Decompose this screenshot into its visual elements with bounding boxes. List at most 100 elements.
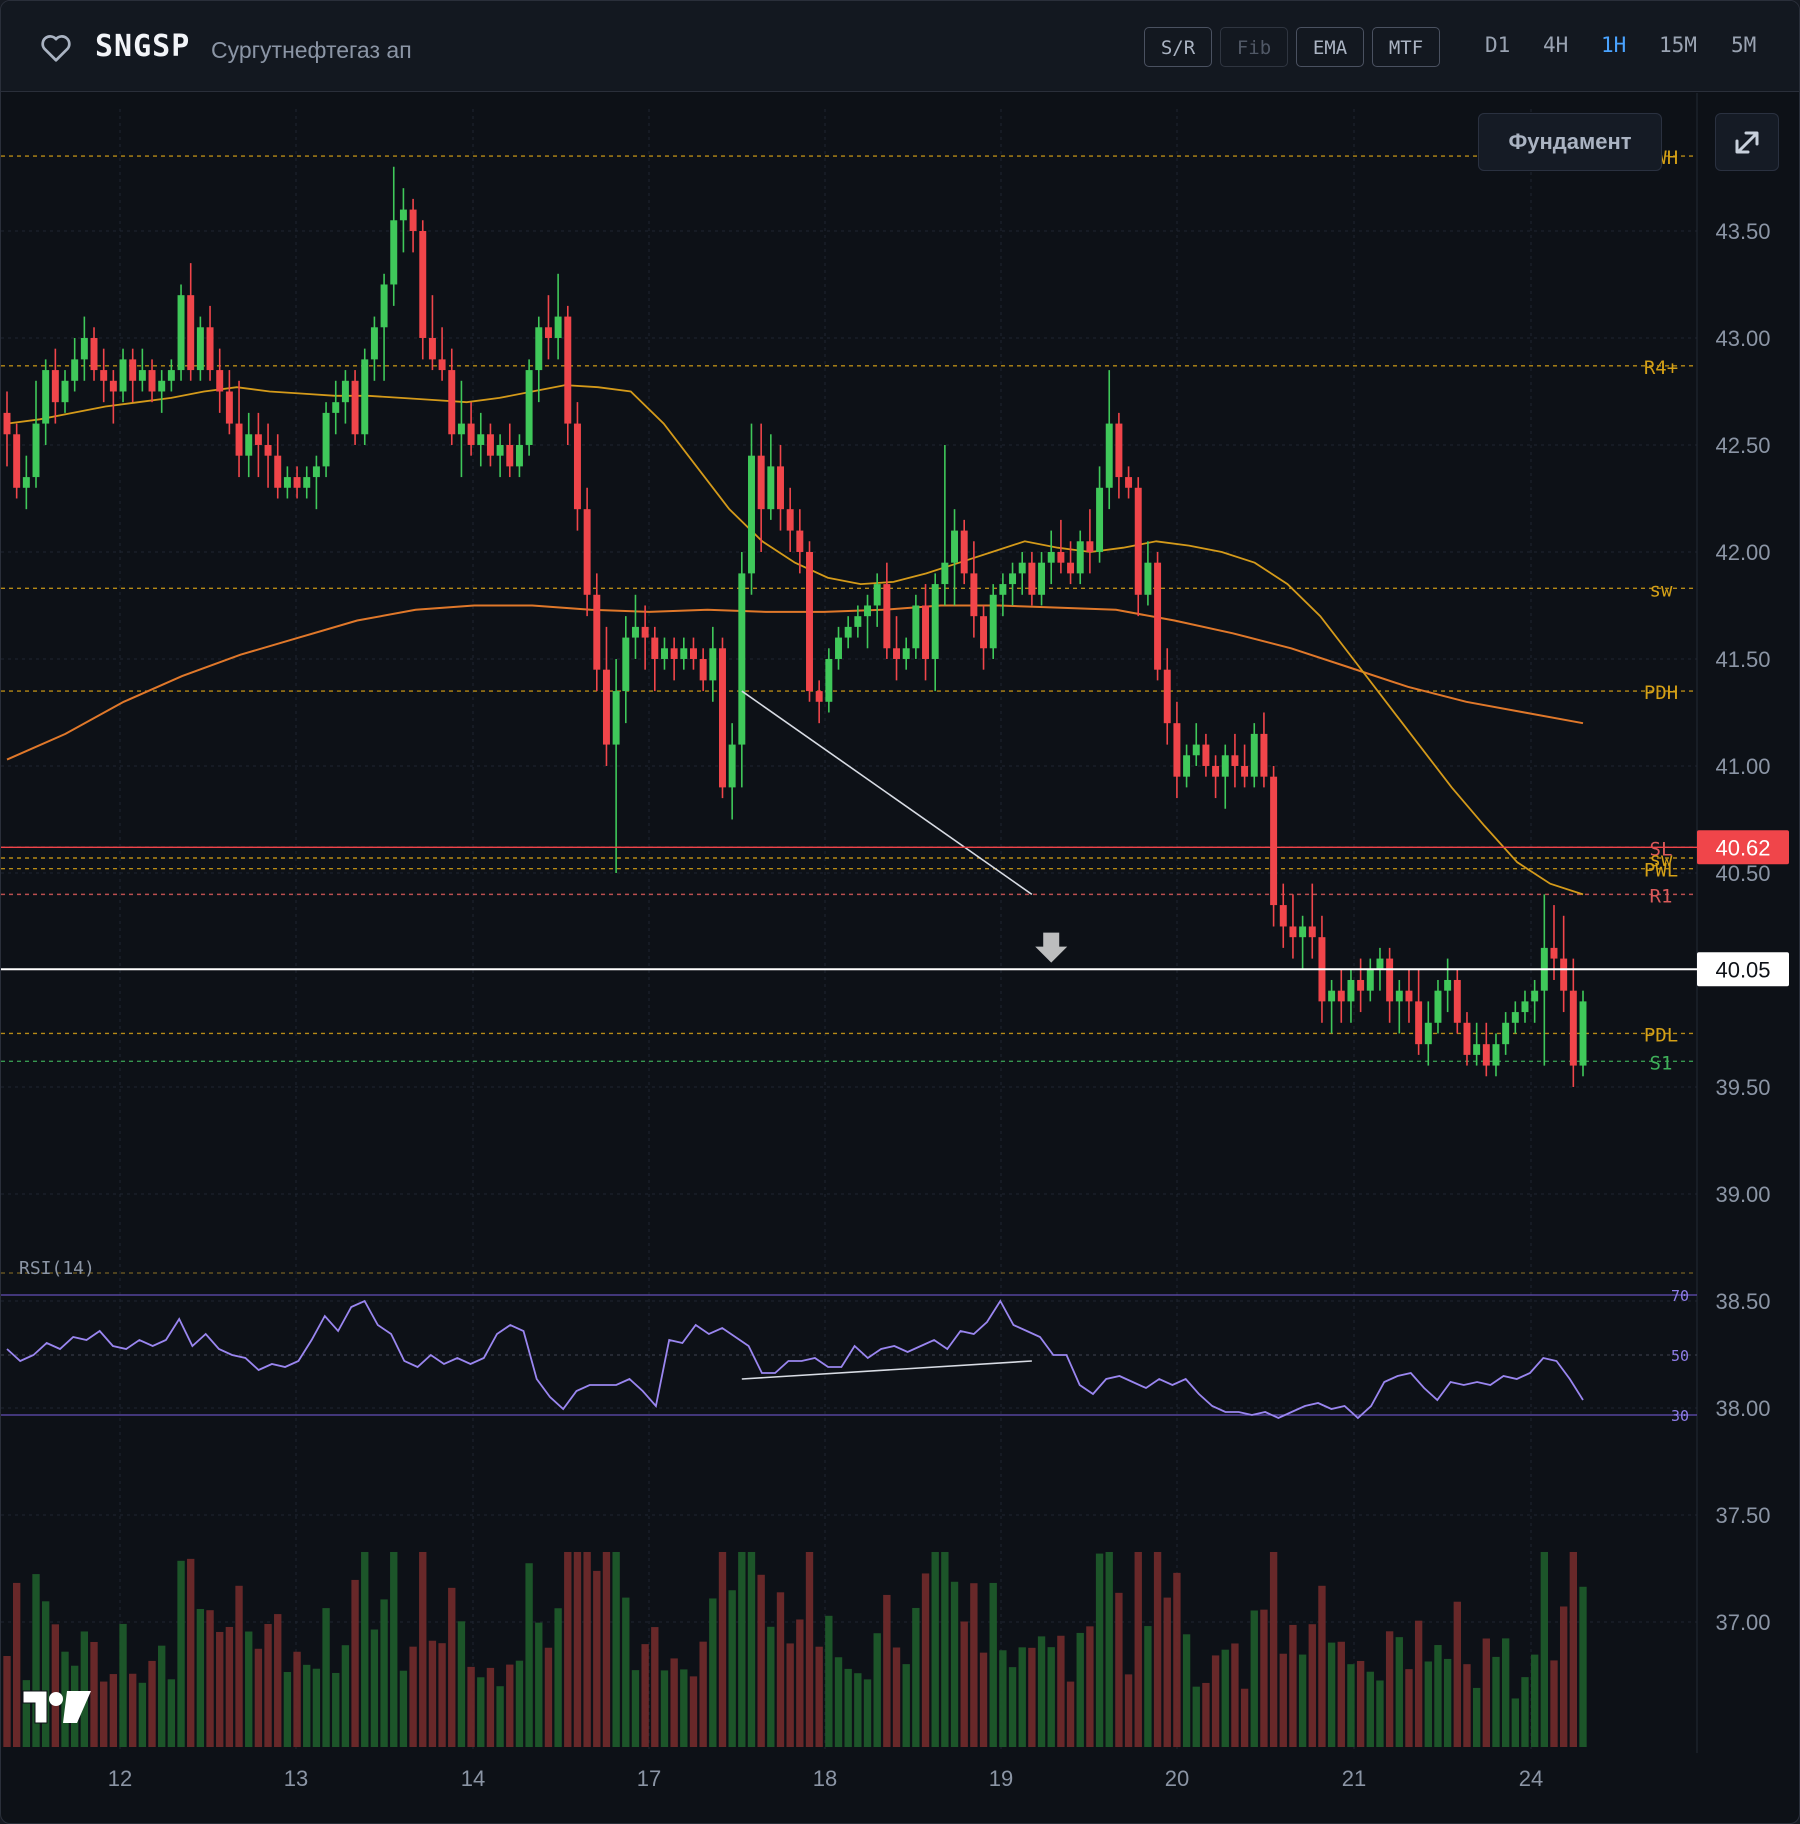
- volume-bar: [1482, 1638, 1490, 1747]
- volume-bar: [767, 1626, 775, 1747]
- candle: [22, 455, 30, 510]
- candle-body: [1444, 979, 1452, 991]
- level-label: PDL: [1644, 1024, 1678, 1046]
- candle-body: [670, 648, 678, 659]
- candle: [1241, 744, 1249, 788]
- candle: [196, 316, 204, 381]
- volume-bar: [1279, 1653, 1287, 1747]
- volume-bar: [1028, 1647, 1036, 1747]
- level-label: PDH: [1644, 682, 1678, 704]
- chart-window: SNGSP Сургутнефтегаз ап S/R Fib EMA MTF …: [0, 0, 1800, 1824]
- candle-body: [419, 230, 427, 338]
- volume-bar: [167, 1679, 176, 1747]
- candle-body: [738, 573, 746, 745]
- candle-body: [477, 434, 485, 445]
- volume-bar: [999, 1650, 1007, 1747]
- candle-body: [1511, 1012, 1519, 1023]
- last-price-label: 40.62: [1715, 835, 1770, 860]
- candle: [1009, 562, 1017, 606]
- candle-body: [951, 530, 959, 563]
- volume-bar: [100, 1681, 108, 1747]
- expand-button[interactable]: [1715, 113, 1779, 171]
- volume-bar: [303, 1664, 311, 1747]
- volume-bar: [1366, 1671, 1374, 1747]
- volume-bar: [216, 1631, 224, 1747]
- volume-bar: [825, 1615, 833, 1747]
- candle: [564, 305, 572, 445]
- volume-bar: [960, 1621, 968, 1747]
- candle-body: [148, 370, 156, 392]
- candle: [1347, 969, 1355, 1023]
- candle: [544, 295, 552, 360]
- candle-body: [1299, 926, 1307, 938]
- volume-bar: [274, 1614, 282, 1747]
- candle: [332, 380, 340, 435]
- candle: [593, 573, 601, 692]
- candle: [951, 509, 959, 606]
- candle: [61, 370, 69, 413]
- candle-body: [264, 444, 272, 456]
- candle-body: [1221, 755, 1229, 777]
- candle: [129, 348, 137, 403]
- volume-bar: [351, 1579, 359, 1747]
- candle-body: [999, 584, 1007, 595]
- price-chart[interactable]: 43.50 43.00 42.50 42.00 41.50 41.00 40.50 39.50…: [1, 1, 1799, 1823]
- candle: [931, 573, 939, 692]
- candle: [457, 380, 465, 478]
- volume-bar: [457, 1621, 466, 1747]
- volume-bar: [989, 1582, 997, 1747]
- candle: [496, 434, 504, 478]
- candle: [370, 316, 378, 381]
- rsi-level-label: 70: [1671, 1287, 1689, 1305]
- candle-body: [873, 584, 881, 606]
- volume-bar: [467, 1666, 475, 1747]
- candle: [767, 434, 775, 520]
- candle-body: [1366, 969, 1374, 991]
- candle: [602, 626, 610, 766]
- volume-bar: [1105, 1552, 1113, 1747]
- volume-bar: [689, 1676, 698, 1747]
- candle: [1299, 915, 1307, 970]
- candle-body: [844, 626, 852, 638]
- candle: [554, 273, 562, 360]
- candle: [245, 412, 253, 478]
- candle-body: [438, 359, 446, 371]
- volume-bar: [1405, 1669, 1413, 1747]
- x-axis-label: 18: [813, 1766, 837, 1791]
- candle: [777, 444, 784, 531]
- volume-bar: [283, 1672, 292, 1747]
- fundamental-button[interactable]: Фундамент: [1478, 113, 1662, 171]
- volume-bar: [506, 1664, 514, 1747]
- candle-body: [177, 295, 185, 371]
- volume-bar: [129, 1673, 137, 1747]
- volume-bar: [332, 1672, 340, 1747]
- x-axis-label: 14: [461, 1766, 485, 1791]
- candle: [999, 573, 1007, 617]
- sell-signal-arrow-icon: [1035, 932, 1068, 963]
- candle: [1250, 723, 1258, 788]
- volume-bars: [3, 1552, 1587, 1747]
- candle: [786, 487, 794, 552]
- candle-body: [854, 616, 862, 627]
- candle-body: [960, 530, 968, 574]
- candle-body: [361, 359, 369, 435]
- candle-body: [216, 370, 224, 392]
- volume-bar: [1182, 1634, 1191, 1747]
- candle-body: [1424, 1022, 1432, 1045]
- candle-body: [158, 380, 166, 392]
- candle: [1076, 530, 1084, 585]
- volume-bar: [390, 1552, 398, 1747]
- candle-body: [1173, 723, 1181, 777]
- candle-body: [1482, 1044, 1490, 1066]
- volume-bar: [593, 1570, 601, 1747]
- candle-body: [922, 605, 930, 659]
- candle: [1212, 755, 1220, 799]
- candle-body: [1531, 990, 1539, 1002]
- volume-bar: [119, 1623, 127, 1747]
- candle-body: [970, 573, 978, 617]
- volume-bar: [554, 1608, 562, 1747]
- candle: [1444, 958, 1452, 1013]
- candle: [1086, 509, 1094, 574]
- candle-body: [1018, 562, 1026, 574]
- candle: [206, 305, 214, 381]
